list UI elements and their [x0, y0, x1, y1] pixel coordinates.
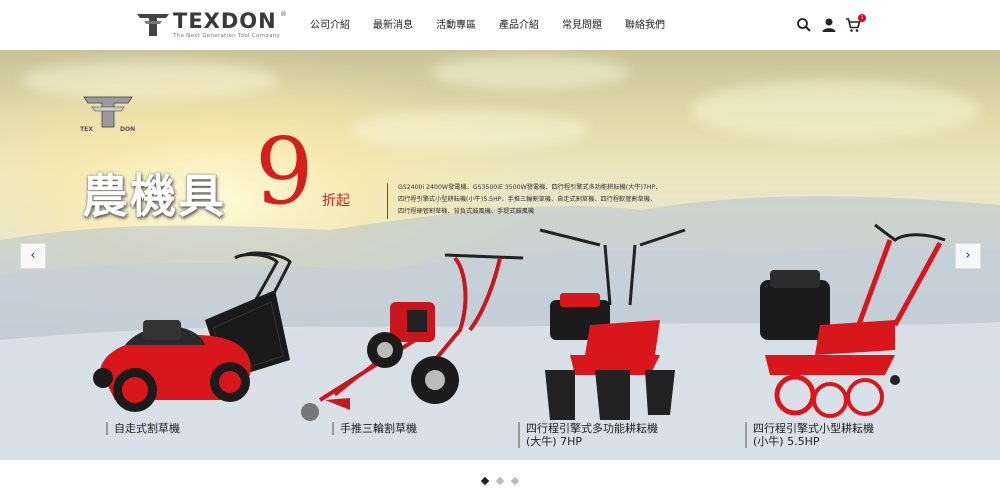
small-tiller-image[interactable]	[745, 215, 960, 425]
nav-item-contact[interactable]: 聯絡我們	[625, 16, 665, 36]
user-icon[interactable]	[821, 17, 837, 33]
logo-registered-mark: ®	[280, 10, 287, 18]
product-label-large-tiller[interactable]: 四行程引擎式多功能耕耘機 (大牛) 7HP	[518, 422, 658, 448]
hero-description: GS2400i 2400W發電機、GS3500iE 3500W發電機、四行程引擎…	[398, 182, 698, 218]
hero-divider	[387, 183, 388, 219]
hero-description-line: GS2400i 2400W發電機、GS3500iE 3500W發電機、四行程引擎…	[398, 184, 662, 191]
product-label-lawn-mower[interactable]: 自走式割草機	[106, 422, 180, 435]
product-label-small-tiller[interactable]: 四行程引擎式小型耕耘機 (小牛) 5.5HP	[745, 422, 874, 448]
texdon-emblem-icon: TEX DON	[80, 96, 135, 133]
hero-title: 農機具	[82, 169, 226, 223]
pagination-dot-1[interactable]	[480, 476, 490, 486]
nav-item-about[interactable]: 公司介紹	[310, 16, 350, 36]
nav-item-faq[interactable]: 常見問題	[562, 16, 602, 36]
chevron-left-icon: ‹	[30, 248, 36, 263]
hero-banner[interactable]: TEX DON 農機具 9 折起 GS2400i 2400W發電機、GS3500…	[0, 50, 1000, 460]
product-label-wheeled-trimmer[interactable]: 手推三輪割草機	[332, 422, 417, 435]
search-icon[interactable]	[796, 17, 812, 33]
nav-item-news[interactable]: 最新消息	[373, 16, 413, 36]
hero-discount-number: 9	[255, 118, 314, 225]
pagination-dot-2[interactable]	[495, 476, 505, 486]
texdon-emblem-icon	[137, 14, 169, 36]
hero-description-line: 四行程引擎式小型耕耘機(小牛)5.5HP、手推三輪割草機、自走式割草機、四行程軟…	[398, 196, 657, 203]
main-nav: 公司介紹 最新消息 活動專區 產品介紹 常見問題 聯絡我們	[310, 16, 688, 36]
emblem-text-right: DON	[120, 126, 135, 133]
slider-prev-button[interactable]: ‹	[20, 243, 46, 269]
emblem-text-left: TEX	[80, 126, 93, 133]
hero-description-line: 四行程硬管割草機、背負式鼓風機、手提式鼓風機	[398, 208, 535, 215]
cart-count-badge: 1	[858, 14, 866, 22]
lawn-mower-image[interactable]	[85, 250, 295, 420]
logo-wordmark: TEXDON	[173, 9, 277, 33]
texdon-logo[interactable]: TEXDON ® The Next Generation Tool Compan…	[135, 8, 295, 42]
large-tiller-image[interactable]	[530, 225, 690, 425]
logo-tagline: The Next Generation Tool Company	[173, 33, 281, 39]
slider-pagination	[0, 460, 1000, 500]
nav-item-events[interactable]: 活動專區	[436, 16, 476, 36]
site-header: TEXDON ® The Next Generation Tool Compan…	[0, 0, 1000, 50]
pagination-dot-3[interactable]	[510, 476, 520, 486]
nav-item-products[interactable]: 產品介紹	[499, 16, 539, 36]
wheeled-trimmer-image[interactable]	[295, 250, 525, 430]
hero-discount-suffix: 折起	[322, 193, 350, 209]
